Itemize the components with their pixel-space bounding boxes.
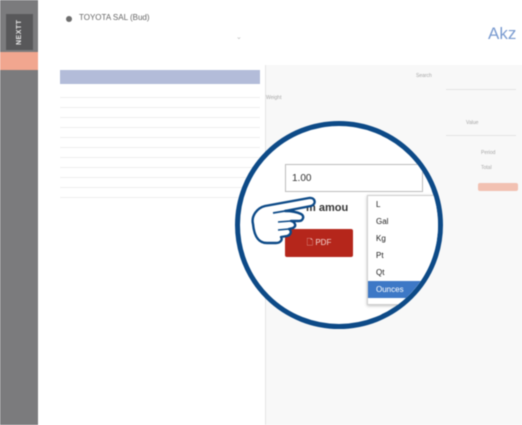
chevron-down-icon[interactable]: ⌄: [236, 33, 242, 41]
unit-option[interactable]: Kg: [368, 230, 438, 247]
unit-option[interactable]: Qt: [368, 264, 438, 281]
field-label: Total: [481, 165, 492, 171]
brand-logo: Akz: [488, 24, 517, 43]
unit-dropdown[interactable]: L Gal Kg Pt Qt Ounces: [367, 195, 438, 305]
table-row: [60, 148, 260, 158]
unit-option-selected[interactable]: Ounces: [368, 281, 438, 298]
unit-option[interactable]: Pt: [368, 247, 438, 264]
table-row: [60, 138, 260, 148]
unit-option[interactable]: L: [368, 196, 438, 213]
table-row: [60, 128, 260, 138]
table-row: [60, 188, 260, 198]
table-row: [60, 168, 260, 178]
sidebar-accent-item[interactable]: [0, 52, 38, 70]
header-title: TOYOTA SAL (Bud): [79, 13, 150, 22]
field-label: Period: [481, 150, 496, 156]
table-row: [60, 88, 260, 98]
table-row: [60, 158, 260, 168]
table-row: [60, 108, 260, 118]
divider: [446, 135, 516, 136]
location-pin-icon: [66, 16, 72, 22]
pointing-hand-icon: [251, 196, 316, 245]
action-button[interactable]: [478, 183, 518, 191]
divider: [446, 89, 516, 90]
header: [38, 0, 522, 52]
field-label: Search: [416, 73, 432, 79]
unit-option[interactable]: Gal: [368, 213, 438, 230]
app-window: NEXTT TOYOTA SAL (Bud) ⌄ Akz Search Weig…: [0, 0, 522, 425]
table-header: [60, 70, 260, 84]
field-label: Value: [466, 120, 479, 126]
field-label: Weight: [266, 95, 282, 101]
sidebar-rail: NEXTT: [0, 0, 38, 425]
app-logo: NEXTT: [6, 14, 33, 50]
table-row: [60, 118, 260, 128]
table-row: [60, 178, 260, 188]
table-row: [60, 98, 260, 108]
